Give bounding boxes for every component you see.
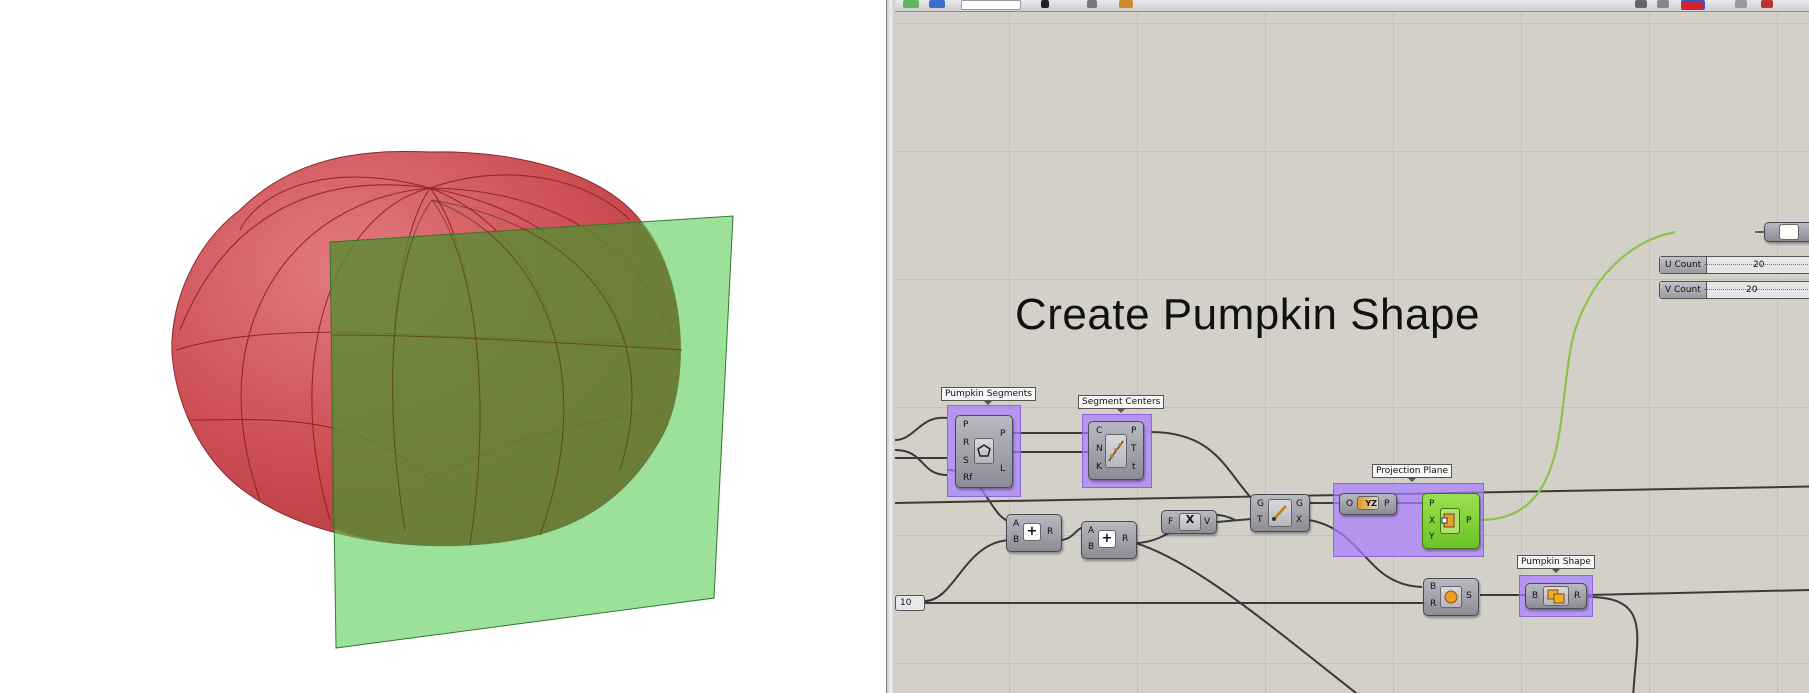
psrf-output-p: P	[1466, 516, 1472, 526]
pumpkin-preview	[171, 150, 734, 649]
expr-output-v: V	[1204, 517, 1211, 527]
plane-surface-icon	[1440, 508, 1460, 534]
plane-surface-component[interactable]: P X Y P	[1422, 493, 1480, 549]
plus-icon: +	[1098, 530, 1116, 548]
move-output-x: X	[1296, 515, 1303, 525]
boolean-union-icon	[1543, 586, 1569, 606]
addition-component-1[interactable]: A B R +	[1006, 514, 1062, 552]
surface-component-topright[interactable]	[1764, 222, 1809, 242]
v-count-value: 20	[1746, 285, 1758, 295]
expr-input-f: F	[1168, 517, 1174, 527]
u-count-value: 20	[1753, 260, 1765, 270]
psrf-input-y: Y	[1429, 532, 1435, 542]
sphere-component[interactable]: B R S	[1423, 578, 1479, 616]
plus-icon: +	[1023, 523, 1041, 541]
polygon-input-rf: Rf	[963, 473, 973, 483]
rhino-viewport[interactable]	[0, 0, 886, 693]
yz-plane-component[interactable]: O P YZ	[1339, 493, 1397, 515]
add2-input-a: A	[1088, 526, 1095, 536]
yz-input-o: O	[1346, 499, 1354, 509]
canvas-title: Create Pumpkin Shape	[1015, 290, 1480, 339]
polygon-input-r: R	[963, 438, 970, 448]
morph-output-r: R	[1574, 591, 1581, 601]
yz-plane-icon: YZ	[1357, 496, 1379, 510]
label-projection-plane: Projection Plane	[1372, 464, 1453, 482]
move-input-g: G	[1257, 499, 1264, 509]
number-param-10[interactable]: 10	[895, 595, 925, 611]
add1-input-a: A	[1013, 519, 1020, 529]
divide-curve-icon	[1105, 434, 1127, 468]
add2-input-b: B	[1088, 542, 1095, 552]
expression-icon: X	[1179, 513, 1201, 531]
sphere-input-r: R	[1430, 599, 1437, 609]
add1-output-r: R	[1047, 527, 1054, 537]
sphere-output-s: S	[1466, 591, 1472, 601]
v-count-label: V Count	[1660, 282, 1707, 298]
u-count-slider[interactable]: U Count 20	[1659, 256, 1809, 274]
move-input-t: T	[1257, 515, 1263, 525]
divide-curve-component[interactable]: C N K P T t	[1088, 421, 1144, 480]
u-count-label: U Count	[1660, 257, 1708, 273]
polygon-icon	[974, 438, 994, 464]
divide-input-n: N	[1096, 444, 1103, 454]
move-icon	[1268, 499, 1292, 527]
yz-output-p: P	[1384, 499, 1390, 509]
label-segment-centers: Segment Centers	[1078, 395, 1165, 413]
surface-icon	[1779, 224, 1799, 240]
divide-input-k: K	[1096, 462, 1102, 472]
polygon-input-p: P	[963, 420, 969, 430]
move-component[interactable]: G T G X	[1250, 494, 1310, 532]
polygon-input-s: S	[963, 456, 969, 466]
sphere-input-b: B	[1430, 582, 1437, 592]
divide-output-t2: t	[1132, 462, 1136, 472]
wires	[895, 230, 1809, 693]
expression-component[interactable]: F V X	[1161, 510, 1217, 534]
polygon-output-p: P	[1000, 429, 1006, 439]
add1-input-b: B	[1013, 535, 1020, 545]
move-output-g: G	[1296, 499, 1303, 509]
polygon-component[interactable]: P R S Rf P L	[955, 415, 1013, 488]
psrf-input-p: P	[1429, 499, 1435, 509]
sphere-icon	[1440, 586, 1462, 608]
v-count-slider[interactable]: V Count 20	[1659, 281, 1809, 299]
addition-component-2[interactable]: A B R +	[1081, 521, 1137, 559]
polygon-output-l: L	[1000, 464, 1006, 474]
divide-input-c: C	[1096, 426, 1103, 436]
divide-output-t: T	[1131, 444, 1137, 454]
divide-output-p: P	[1131, 426, 1137, 436]
pumpkin-shape-component[interactable]: B R	[1525, 583, 1587, 609]
psrf-input-x: X	[1429, 516, 1436, 526]
grasshopper-canvas[interactable]: Create Pumpkin Shape Pumpkin Segments P …	[895, 0, 1809, 693]
label-pumpkin-segments: Pumpkin Segments	[941, 387, 1036, 405]
label-pumpkin-shape: Pumpkin Shape	[1517, 555, 1595, 573]
add2-output-r: R	[1122, 534, 1129, 544]
morph-input-b: B	[1532, 591, 1539, 601]
